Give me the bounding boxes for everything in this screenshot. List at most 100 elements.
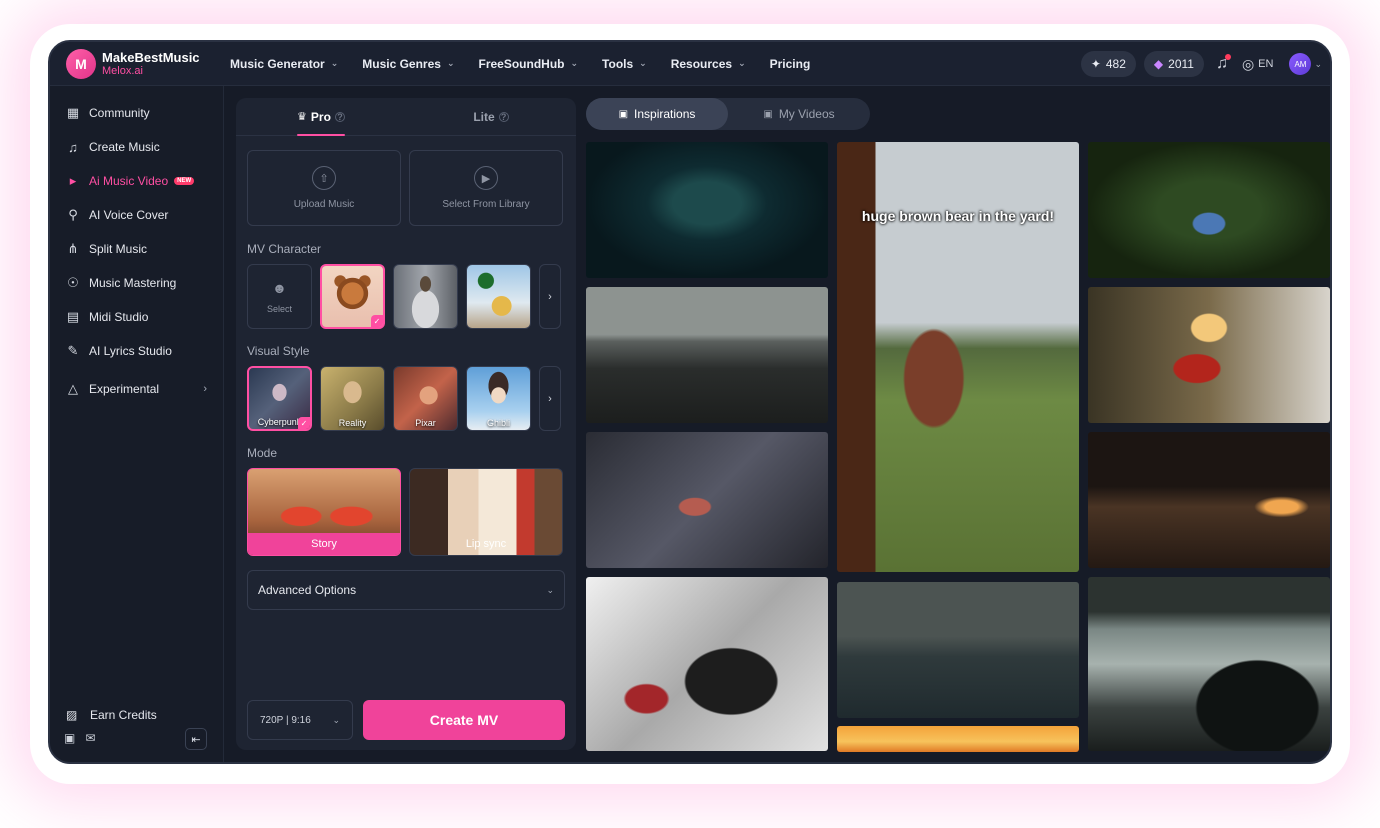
sidebar-item-ai-voice-cover[interactable]: ⚲ AI Voice Cover [50,198,223,232]
gallery-video-woman-laundry[interactable] [1088,287,1330,423]
style-next-button[interactable]: › [539,366,561,431]
mode-lip-sync[interactable]: Lip sync [409,468,563,556]
app-window: M MakeBestMusic Melox.ai Music Generator… [48,40,1332,764]
character-next-button[interactable]: › [539,264,561,329]
notification-bell-icon[interactable]: ♫ [1216,54,1231,73]
nav-tools[interactable]: Tools ⌄ [602,57,647,71]
new-badge: NEW [174,177,195,185]
select-character-button[interactable]: ☻ Select [247,264,312,329]
brand-sub: Melox.ai [102,64,143,77]
resolution-select[interactable]: 720P | 9:16 ⌄ [247,700,353,740]
chevron-right-icon: › [548,290,552,303]
video-icon: ▸ [69,173,77,188]
chevron-down-icon[interactable]: ⌄ [1314,59,1322,70]
create-mv-button[interactable]: Create MV [363,700,565,740]
film-icon: ▣ [763,108,773,120]
gallery-video-manga-fight[interactable] [586,577,828,751]
sidebar-item-midi-studio[interactable]: ▤ Midi Studio [50,300,223,334]
style-cyberpunk[interactable]: Cyberpunk ✓ [247,366,312,431]
library-icon: ▶ [474,166,498,190]
sparkle-icon: ✦ [1090,57,1101,71]
gems-pill[interactable]: ◆ 2011 [1143,51,1204,77]
sidebar-item-ai-lyrics-studio[interactable]: ✎ AI Lyrics Studio [50,334,223,368]
tab-lite[interactable]: Lite? [406,98,576,135]
gallery-video-butterfly-forest[interactable] [1088,142,1330,278]
tab-pro[interactable]: ♛ Pro? [236,98,406,136]
nav-music-generator[interactable]: Music Generator ⌄ [230,57,338,71]
chevron-down-icon: ⌄ [738,58,746,68]
sidebar-item-split-music[interactable]: ⋔ Split Music [50,232,223,266]
gallery-video-game-battle[interactable] [586,432,828,568]
mail-icon[interactable]: ✉ [85,731,95,745]
chevron-down-icon: ⌄ [546,584,554,595]
nav-resources[interactable]: Resources ⌄ [671,57,746,71]
check-icon: ✓ [371,315,383,327]
film-icon: ▣ [618,108,629,120]
style-reality[interactable]: Reality [320,366,385,431]
cloud-upload-icon: ⇧ [312,166,336,190]
sidebar: ▦ Community ♫ Create Music ▸ Ai Music Video… [50,86,224,762]
character-astronaut[interactable] [393,264,458,329]
sidebar-item-experimental[interactable]: △ Experimental › [50,372,223,406]
chevron-right-icon: › [203,383,207,395]
sidebar-item-ai-music-video[interactable]: ▸ Ai Music Video NEW [50,164,223,198]
sidebar-footer: ▨ Earn Credits ▣ ✉ ⇤ [50,704,223,750]
piano-icon: ▤ [66,309,80,324]
gallery-video-window-silhouette[interactable] [1088,577,1330,751]
lyrics-icon: ✎ [67,343,79,358]
visual-style-label: Visual Style [247,344,310,358]
sidebar-item-music-mastering[interactable]: ☉ Music Mastering [50,266,223,300]
mode-row: Story Lip sync [247,468,571,556]
top-bar: M MakeBestMusic Melox.ai Music Generator… [50,42,1330,86]
style-row: Cyberpunk ✓ Reality Pixar Ghibli › [247,366,561,431]
gallery-video-industrial-crowd[interactable] [586,287,828,423]
earn-credits-link[interactable]: ▨ Earn Credits [50,704,223,726]
style-pixar[interactable]: Pixar [393,366,458,431]
credits-pill[interactable]: ✦ 482 [1080,51,1136,77]
gallery-video-sunset[interactable] [837,726,1079,752]
help-icon[interactable]: ? [498,111,509,122]
character-bear[interactable]: ✓ [320,264,385,329]
sidebar-item-create-music[interactable]: ♫ Create Music [50,130,223,164]
diamond-icon: ◆ [1153,57,1164,71]
music-note-icon: ♫ [68,139,78,155]
advanced-options-dropdown[interactable]: Advanced Options ⌄ [247,570,565,610]
chevron-down-icon: ⌄ [332,714,340,725]
nav-pricing[interactable]: Pricing [770,57,811,71]
gift-icon: ▨ [66,708,78,722]
tab-my-videos[interactable]: ▣ My Videos [728,98,870,130]
gallery-video-bear-yard[interactable]: huge brown bear in the yard! [837,142,1079,572]
brand-name: MakeBestMusic [102,49,200,65]
microphone-icon: ⚲ [68,207,78,222]
upload-music-button[interactable]: ⇧ Upload Music [247,150,401,226]
mv-creator-panel: ♛ Pro? Lite? ⇧ Upload Music ▶ Select From… [236,98,576,750]
mv-character-label: MV Character [247,242,322,256]
header-actions: ✦ 482 ◆ 2011 ♫ ◎ EN AM ⌄ [1080,42,1322,86]
brand-logo[interactable]: M MakeBestMusic Melox.ai [66,48,228,79]
help-icon[interactable]: ? [334,111,345,122]
language-selector[interactable]: ◎ EN [1242,56,1274,73]
main-nav: Music Generator ⌄ Music Genres ⌄ FreeSound… [230,57,834,71]
nav-music-genres[interactable]: Music Genres ⌄ [362,57,454,71]
logo-mark-icon: M [66,48,96,79]
video-caption: huge brown bear in the yard! [861,208,1055,224]
notification-dot [1224,54,1231,60]
gallery-video-ocean-wave[interactable] [586,142,828,278]
collapse-sidebar-button[interactable]: ⇤ [185,728,207,750]
split-icon: ⋔ [67,241,79,256]
character-woman-flag[interactable] [466,264,531,329]
avatar[interactable]: AM [1289,53,1312,75]
gallery-video-dark-sea[interactable] [837,582,1079,718]
select-from-library-button[interactable]: ▶ Select From Library [409,150,563,226]
gallery-video-dusk-figures[interactable] [1088,432,1330,568]
gallery-tabs: ▣ Inspirations ▣ My Videos [586,98,870,130]
globe-icon: ◎ [1241,55,1255,72]
style-ghibli[interactable]: Ghibli [466,366,531,431]
mode-story[interactable]: Story [247,468,401,556]
tab-inspirations[interactable]: ▣ Inspirations [586,98,728,130]
briefcase-icon[interactable]: ▣ [64,731,75,745]
crown-icon: ♛ [297,111,307,123]
sidebar-item-community[interactable]: ▦ Community [50,96,223,130]
chevron-down-icon: ⌄ [446,58,455,68]
nav-freesoundhub[interactable]: FreeSoundHub ⌄ [479,57,579,71]
